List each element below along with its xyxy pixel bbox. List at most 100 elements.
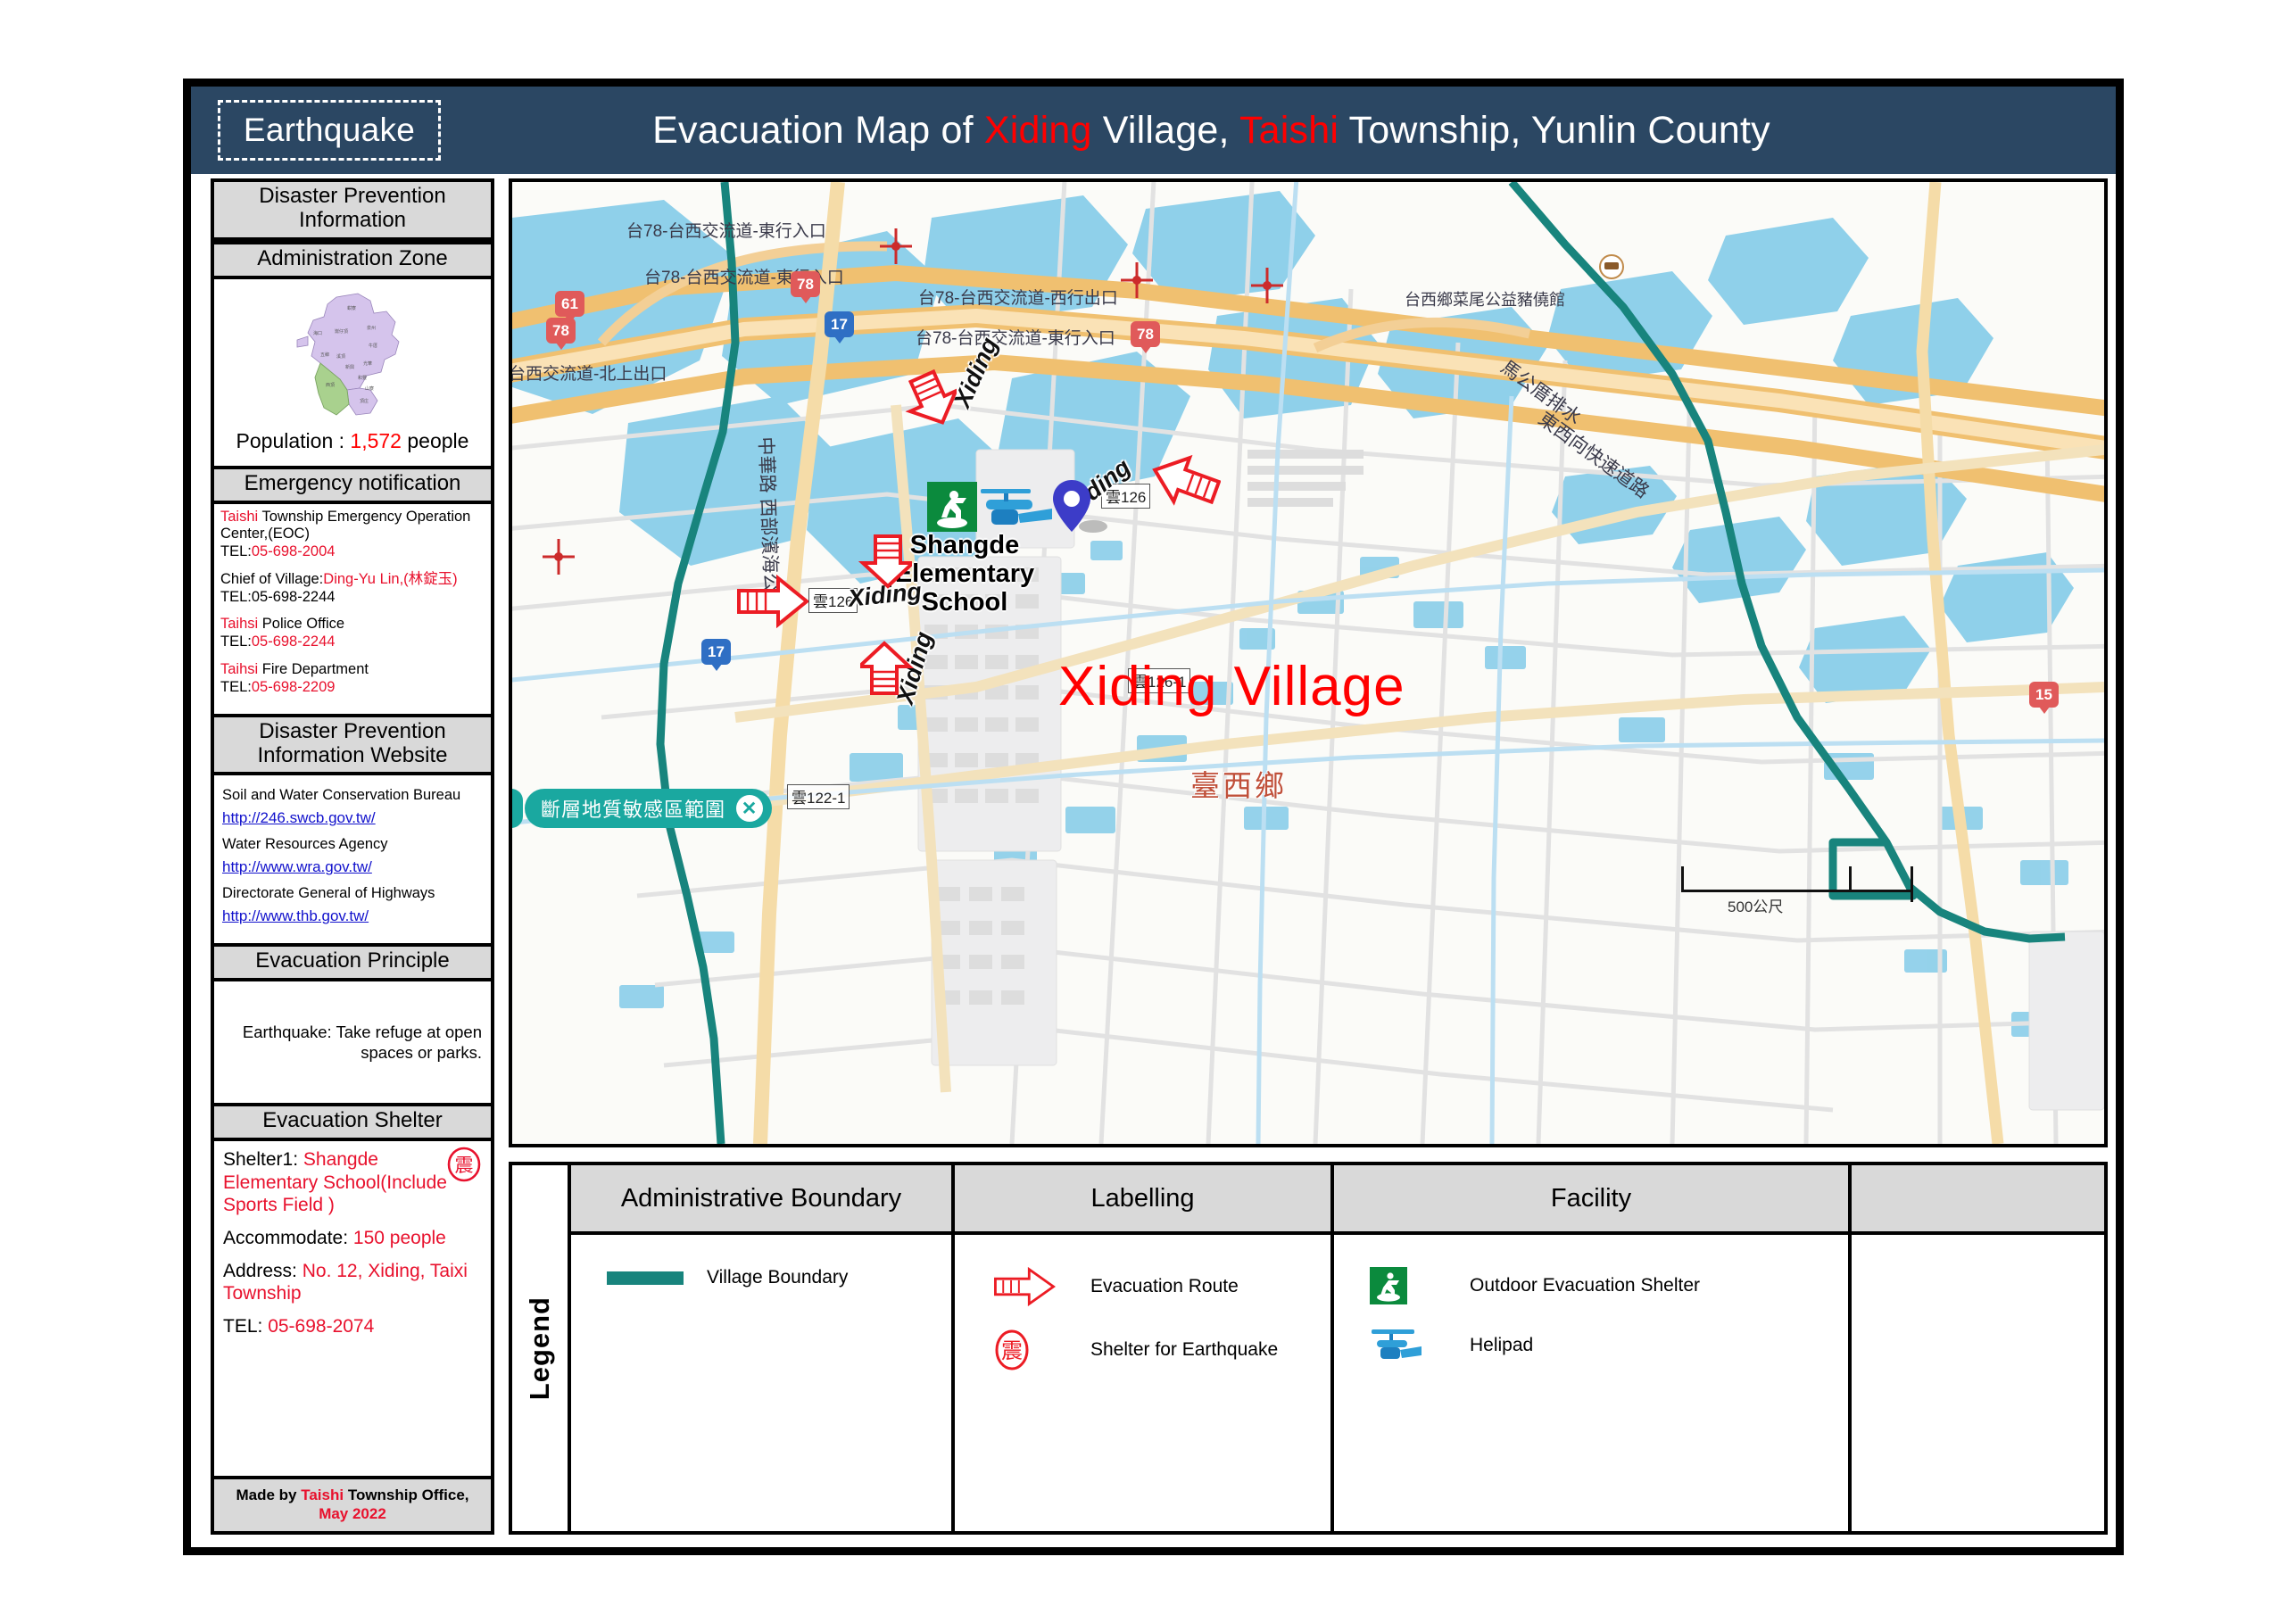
svg-text:西頂: 西頂 bbox=[326, 383, 335, 388]
svg-text:崙仔頂: 崙仔頂 bbox=[335, 328, 348, 335]
scale-bar-label: 500公尺 bbox=[1728, 898, 1784, 915]
legend-label-outdoor-shelter: Outdoor Evacuation Shelter bbox=[1470, 1275, 1700, 1296]
map-pin-icon bbox=[1053, 480, 1107, 533]
title-segment-township: Taishi bbox=[1239, 108, 1339, 152]
legend-title-strip: Legend bbox=[512, 1165, 571, 1531]
svg-text:泉州: 泉州 bbox=[367, 325, 376, 331]
shelter-accommodate-row: Accommodate: 150 people bbox=[223, 1227, 482, 1250]
evacuation-arrow-icon-2 bbox=[858, 534, 912, 589]
shelter-tel-value: 05-698-2074 bbox=[268, 1315, 375, 1337]
made-by-prefix: Made by bbox=[236, 1486, 302, 1503]
svg-text:山寮: 山寮 bbox=[365, 385, 374, 392]
title-segment-village: Xiding bbox=[983, 108, 1092, 152]
section-header-disaster-info: Disaster Prevention Information bbox=[214, 182, 491, 241]
section-header-administration-zone: Administration Zone bbox=[214, 240, 491, 279]
shelter-tel-row: TEL: 05-698-2074 bbox=[223, 1315, 482, 1338]
made-by-org: Taishi bbox=[301, 1486, 344, 1503]
legend-header-empty bbox=[1852, 1165, 2104, 1235]
emergency-item-police: Taihsi Police Office TEL:05-698-2244 bbox=[220, 616, 485, 651]
website-org-thb: Directorate General of Highways bbox=[222, 885, 435, 902]
outdoor-shelter-icon bbox=[1370, 1267, 1470, 1304]
legend-item-shelter-earthquake: 震 Shelter for Earthquake bbox=[991, 1328, 1330, 1372]
township-name-label-cn: 臺西鄉 bbox=[1190, 769, 1287, 802]
map-panel[interactable]: 台78-台西交流道-東行入口 台78-台西交流道-東行入口 台78-台西交流道-… bbox=[509, 178, 2108, 1147]
highway-shield-15: 15 bbox=[2029, 682, 2059, 708]
emergency-item-chief: Chief of Village:Ding-Yu Lin,(林錠玉) TEL:0… bbox=[220, 571, 485, 607]
scale-tick-mid bbox=[1849, 866, 1852, 890]
eoc-org-red: Taishi bbox=[220, 508, 259, 525]
hazard-type-label: Earthquake bbox=[243, 112, 416, 148]
map-scale-bar: 500公尺 bbox=[1681, 866, 1913, 916]
highway-shield-78c: 78 bbox=[1131, 321, 1160, 347]
highway-shield-17b: 17 bbox=[701, 639, 731, 665]
svg-text:震: 震 bbox=[1001, 1338, 1023, 1363]
close-icon[interactable]: ✕ bbox=[736, 795, 764, 822]
fault-banner-stub bbox=[512, 789, 523, 828]
chief-tel-label: TEL: bbox=[220, 588, 252, 605]
legend-item-outdoor-shelter: Outdoor Evacuation Shelter bbox=[1370, 1267, 1848, 1304]
population-line: Population : 1,572 people bbox=[222, 426, 483, 460]
legend-title: Legend bbox=[524, 1296, 555, 1401]
poi-funeral-home bbox=[1599, 254, 1624, 279]
svg-text:光華: 光華 bbox=[363, 360, 372, 367]
legend-header-facility: Facility bbox=[1334, 1165, 1848, 1235]
legend-label-helipad: Helipad bbox=[1470, 1335, 1534, 1355]
township-zone-thumbnail: 蚶寮 泉州 崙仔頂 海口 牛厝 五榔 溪頂 新興 光華 和豐 山寮 頂庄 西頂 bbox=[222, 290, 483, 424]
shelter-accommodate-value: 150 people bbox=[352, 1228, 446, 1248]
svg-text:頂庄: 頂庄 bbox=[360, 398, 369, 404]
zone-map-svg: 蚶寮泉州 崙仔頂 海口 牛厝五榔 溪頂新興 光華和豐 山寮頂庄 西頂 bbox=[296, 293, 400, 416]
population-value: 1,572 bbox=[350, 428, 402, 452]
page-title: Evacuation Map of Xiding Village, Taishi… bbox=[441, 109, 2116, 153]
administration-zone-body: 蚶寮 泉州 崙仔頂 海口 牛厝 五榔 溪頂 新興 光華 和豐 山寮 頂庄 西頂 Popula… bbox=[214, 278, 491, 466]
fire-tel: 05-698-2209 bbox=[251, 678, 336, 695]
shelter-address-label: Address: bbox=[223, 1260, 303, 1281]
svg-text:溪頂: 溪頂 bbox=[336, 353, 345, 360]
svg-text:新興: 新興 bbox=[345, 364, 354, 370]
website-link-wra[interactable]: http://www.wra.gov.tw/ bbox=[222, 858, 483, 876]
evacuation-arrow-icon bbox=[991, 1267, 1090, 1306]
made-by-date: May 2022 bbox=[319, 1504, 386, 1522]
emergency-item-fire: Taihsi Fire Department TEL:05-698-2209 bbox=[220, 661, 485, 697]
svg-text:蚶寮: 蚶寮 bbox=[347, 305, 356, 311]
highway-shield-17a: 17 bbox=[825, 311, 854, 337]
legend-column-facility: Facility Outdoor Evacuation Shelter Heli… bbox=[1334, 1165, 1852, 1531]
police-org-red: Taihsi bbox=[220, 616, 259, 633]
legend-column-empty bbox=[1852, 1165, 2104, 1531]
population-unit: people bbox=[407, 428, 469, 452]
emergency-notification-body: Taishi Township Emergency Operation Cent… bbox=[214, 504, 491, 714]
legend-item-helipad: Helipad bbox=[1370, 1326, 1848, 1365]
section-header-website: Disaster Prevention Information Website bbox=[214, 713, 491, 776]
legend-column-administrative-boundary: Administrative Boundary Village Boundary bbox=[571, 1165, 955, 1531]
highway-shield-78a: 78 bbox=[791, 271, 820, 297]
section-header-evacuation-shelter: Evacuation Shelter bbox=[214, 1103, 491, 1142]
county-road-shield-122-1: 雲122-1 bbox=[787, 784, 850, 809]
evacuation-map-poster: Earthquake Evacuation Map of Xiding Vill… bbox=[183, 79, 2124, 1555]
website-org-wra: Water Resources Agency bbox=[222, 836, 388, 853]
helipad-icon bbox=[1370, 1326, 1470, 1365]
legend-label-village-boundary: Village Boundary bbox=[707, 1267, 849, 1288]
legend-item-evacuation-route: Evacuation Route bbox=[991, 1267, 1330, 1306]
legend-body-administrative-boundary: Village Boundary bbox=[571, 1235, 951, 1531]
title-bar: Earthquake Evacuation Map of Xiding Vill… bbox=[191, 87, 2116, 174]
website-link-thb[interactable]: http://www.thb.gov.tw/ bbox=[222, 907, 483, 925]
section-header-evacuation-principle: Evacuation Principle bbox=[214, 943, 491, 982]
legend-header-labelling: Labelling bbox=[955, 1165, 1330, 1235]
population-label: Population : bbox=[236, 428, 345, 452]
fault-banner-label: 斷層地質敏感區範圍 bbox=[541, 799, 726, 821]
legend-body-facility: Outdoor Evacuation Shelter Helipad bbox=[1334, 1235, 1848, 1531]
website-link-swcb[interactable]: http://246.swcb.gov.tw/ bbox=[222, 809, 483, 827]
shelter-name-row: Shelter1: Shangde Elementary School(Incl… bbox=[223, 1148, 482, 1217]
emergency-item-eoc: Taishi Township Emergency Operation Cent… bbox=[220, 509, 485, 561]
legend-panel: Legend Administrative Boundary Village B… bbox=[509, 1162, 2108, 1535]
earthquake-stamp-icon: 震 bbox=[991, 1328, 1090, 1372]
svg-text:牛厝: 牛厝 bbox=[369, 343, 377, 349]
shelter-accommodate-label: Accommodate: bbox=[223, 1228, 353, 1248]
fault-zone-banner[interactable]: 斷層地質敏感區範圍 ✕ bbox=[525, 789, 773, 828]
shelter-tel-label: TEL: bbox=[223, 1315, 269, 1337]
title-segment-5: Township, Yunlin County bbox=[1339, 108, 1770, 152]
legend-label-evacuation-route: Evacuation Route bbox=[1090, 1276, 1239, 1296]
legend-column-labelling: Labelling Evacuation Route 震 Shelter for… bbox=[955, 1165, 1334, 1531]
legend-body-labelling: Evacuation Route 震 Shelter for Earthquak… bbox=[955, 1235, 1330, 1531]
evacuation-principle-text: Earthquake: Take refuge at open spaces o… bbox=[242, 1022, 482, 1063]
website-list: Soil and Water Conservation Bureau http:… bbox=[214, 775, 491, 943]
